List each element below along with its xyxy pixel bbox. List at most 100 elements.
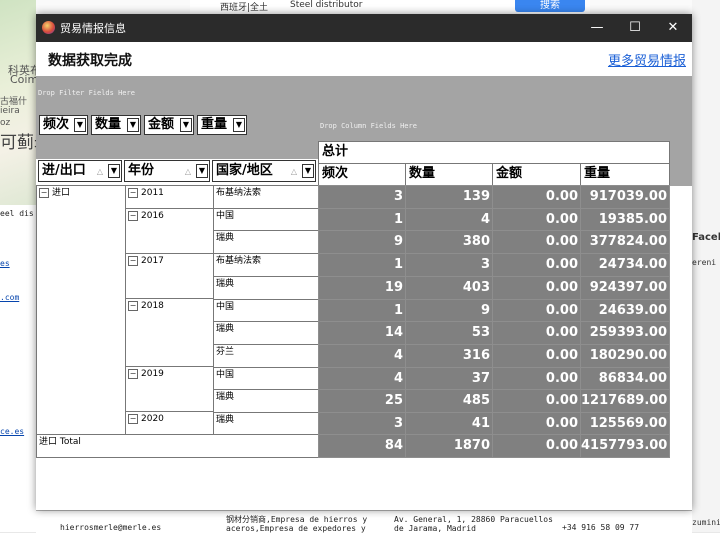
cell-weight: 1217689.00 bbox=[580, 389, 670, 413]
map-label: 可蓟矛 bbox=[0, 133, 36, 153]
collapse-icon[interactable]: − bbox=[128, 413, 138, 424]
cell-weight: 924397.00 bbox=[580, 276, 670, 300]
data-field-freq[interactable]: 频次 ▼ bbox=[39, 115, 88, 135]
row-country-label: 瑞典 bbox=[213, 276, 319, 300]
app-icon bbox=[42, 21, 55, 34]
maximize-button[interactable]: ☐ bbox=[616, 14, 654, 42]
collapse-icon[interactable]: − bbox=[39, 187, 49, 198]
row-year-label: 2016 bbox=[141, 211, 164, 221]
total-row-label: 进口 Total bbox=[36, 434, 319, 458]
cell-freq: 4 bbox=[318, 344, 406, 368]
map-label: ieira bbox=[0, 106, 20, 116]
cell-weight: 86834.00 bbox=[580, 367, 670, 391]
cell-freq: 4 bbox=[318, 367, 406, 391]
row-year-label: 2019 bbox=[141, 369, 164, 379]
cell-weight: 180290.00 bbox=[580, 344, 670, 368]
row-country-label: 瑞典 bbox=[213, 230, 319, 254]
cell-amount: 0.00 bbox=[492, 253, 581, 277]
row-group-import[interactable]: − 进口 bbox=[36, 185, 126, 435]
cell-freq: 19 bbox=[318, 276, 406, 300]
row-country-label: 瑞典 bbox=[213, 412, 319, 436]
cell-weight: 259393.00 bbox=[580, 321, 670, 345]
collapse-icon[interactable]: − bbox=[128, 255, 138, 266]
map-label: Coim bbox=[10, 73, 36, 86]
row-country-label: 中国 bbox=[213, 299, 319, 323]
row-field-import-export[interactable]: 进/出口 △ ▼ bbox=[38, 160, 122, 182]
chevron-down-icon[interactable]: ▼ bbox=[196, 164, 208, 178]
pivot-right-margin bbox=[670, 141, 692, 186]
background-right-column: Faceb ereni zumini bbox=[692, 0, 720, 532]
chevron-down-icon[interactable]: ▼ bbox=[74, 118, 86, 132]
background-search-button[interactable]: 搜索 bbox=[515, 0, 585, 12]
cell-qty: 9 bbox=[405, 299, 493, 323]
cell-weight: 377824.00 bbox=[580, 230, 670, 254]
bg-text: zumini bbox=[692, 518, 720, 527]
search-query[interactable]: Steel distributor bbox=[290, 0, 362, 10]
bg-description: 钢材分销商,Empresa de hierros y aceros,Empres… bbox=[226, 515, 368, 533]
cell-qty: 316 bbox=[405, 344, 493, 368]
chevron-down-icon[interactable]: ▼ bbox=[233, 118, 245, 132]
cell-weight: 125569.00 bbox=[580, 412, 670, 436]
cell-qty: 485 bbox=[405, 389, 493, 413]
cell-qty: 4 bbox=[405, 208, 493, 232]
row-group-year[interactable]: −2019 bbox=[125, 366, 214, 412]
row-field-year[interactable]: 年份 △ ▼ bbox=[124, 160, 210, 182]
chevron-down-icon[interactable]: ▼ bbox=[127, 118, 139, 132]
data-field-qty[interactable]: 数量 ▼ bbox=[91, 115, 141, 135]
cell-amount: 0.00 bbox=[492, 185, 581, 209]
column-hint[interactable]: Drop Column Fields Here bbox=[320, 122, 417, 130]
city-select[interactable]: 西班牙|全土 bbox=[220, 0, 268, 13]
cell-freq: 3 bbox=[318, 185, 406, 209]
data-field-weight[interactable]: 重量 ▼ bbox=[197, 115, 247, 135]
cell-amount: 0.00 bbox=[492, 321, 581, 345]
total-amount: 0.00 bbox=[492, 434, 581, 458]
sort-icon: △ bbox=[96, 167, 103, 176]
collapse-icon[interactable]: − bbox=[128, 300, 138, 311]
cell-qty: 41 bbox=[405, 412, 493, 436]
collapse-icon[interactable]: − bbox=[128, 368, 138, 379]
row-group-year[interactable]: −2020 bbox=[125, 411, 214, 435]
data-field-label: 重量 bbox=[201, 117, 228, 132]
bg-link[interactable]: .com bbox=[0, 293, 19, 302]
chevron-down-icon[interactable]: ▼ bbox=[180, 118, 192, 132]
row-year-label: 2011 bbox=[141, 188, 164, 198]
background-table-row: hierrosmerle@merle.es 钢材分销商,Empresa de h… bbox=[36, 510, 692, 533]
bg-email[interactable]: hierrosmerle@merle.es bbox=[60, 523, 161, 532]
cell-freq: 3 bbox=[318, 412, 406, 436]
row-year-label: 2017 bbox=[141, 256, 164, 266]
cell-freq: 1 bbox=[318, 208, 406, 232]
chevron-down-icon[interactable]: ▼ bbox=[302, 164, 314, 178]
background-left-column: eel dis es .com ce.es bbox=[0, 205, 37, 532]
data-field-amount[interactable]: 金额 ▼ bbox=[144, 115, 194, 135]
cell-qty: 37 bbox=[405, 367, 493, 391]
cell-freq: 1 bbox=[318, 253, 406, 277]
row-group-year[interactable]: −2016 bbox=[125, 208, 214, 254]
row-group-year[interactable]: −2011 bbox=[125, 185, 214, 209]
cell-qty: 139 bbox=[405, 185, 493, 209]
collapse-icon[interactable]: − bbox=[128, 187, 138, 198]
row-country-label: 布基纳法索 bbox=[213, 253, 319, 277]
title-bar[interactable]: 贸易情报信息 — ☐ ✕ bbox=[36, 14, 692, 42]
grand-total-header: 总计 bbox=[318, 141, 670, 164]
row-year-label: 2018 bbox=[141, 301, 164, 311]
bg-link[interactable]: ce.es bbox=[0, 427, 24, 436]
bg-link[interactable]: es bbox=[0, 259, 10, 268]
row-field-label: 进/出口 bbox=[42, 163, 86, 178]
filter-drop-zone[interactable]: Drop Filter Fields Here bbox=[36, 76, 692, 107]
row-group-year[interactable]: −2018 bbox=[125, 298, 214, 367]
data-field-label: 数量 bbox=[95, 117, 122, 132]
collapse-icon[interactable]: − bbox=[128, 210, 138, 221]
total-qty: 1870 bbox=[405, 434, 493, 458]
row-field-label: 国家/地区 bbox=[216, 163, 273, 178]
cell-amount: 0.00 bbox=[492, 230, 581, 254]
more-trade-info-link[interactable]: 更多贸易情报 bbox=[608, 50, 686, 69]
total-weight: 4157793.00 bbox=[580, 434, 670, 458]
bg-link[interactable]: eel dis bbox=[0, 209, 34, 218]
close-button[interactable]: ✕ bbox=[654, 14, 692, 42]
minimize-button[interactable]: — bbox=[578, 14, 616, 42]
row-country-label: 中国 bbox=[213, 367, 319, 391]
cell-qty: 53 bbox=[405, 321, 493, 345]
chevron-down-icon[interactable]: ▼ bbox=[108, 164, 120, 178]
row-field-country[interactable]: 国家/地区 △ ▼ bbox=[212, 160, 316, 182]
row-group-year[interactable]: −2017 bbox=[125, 253, 214, 299]
